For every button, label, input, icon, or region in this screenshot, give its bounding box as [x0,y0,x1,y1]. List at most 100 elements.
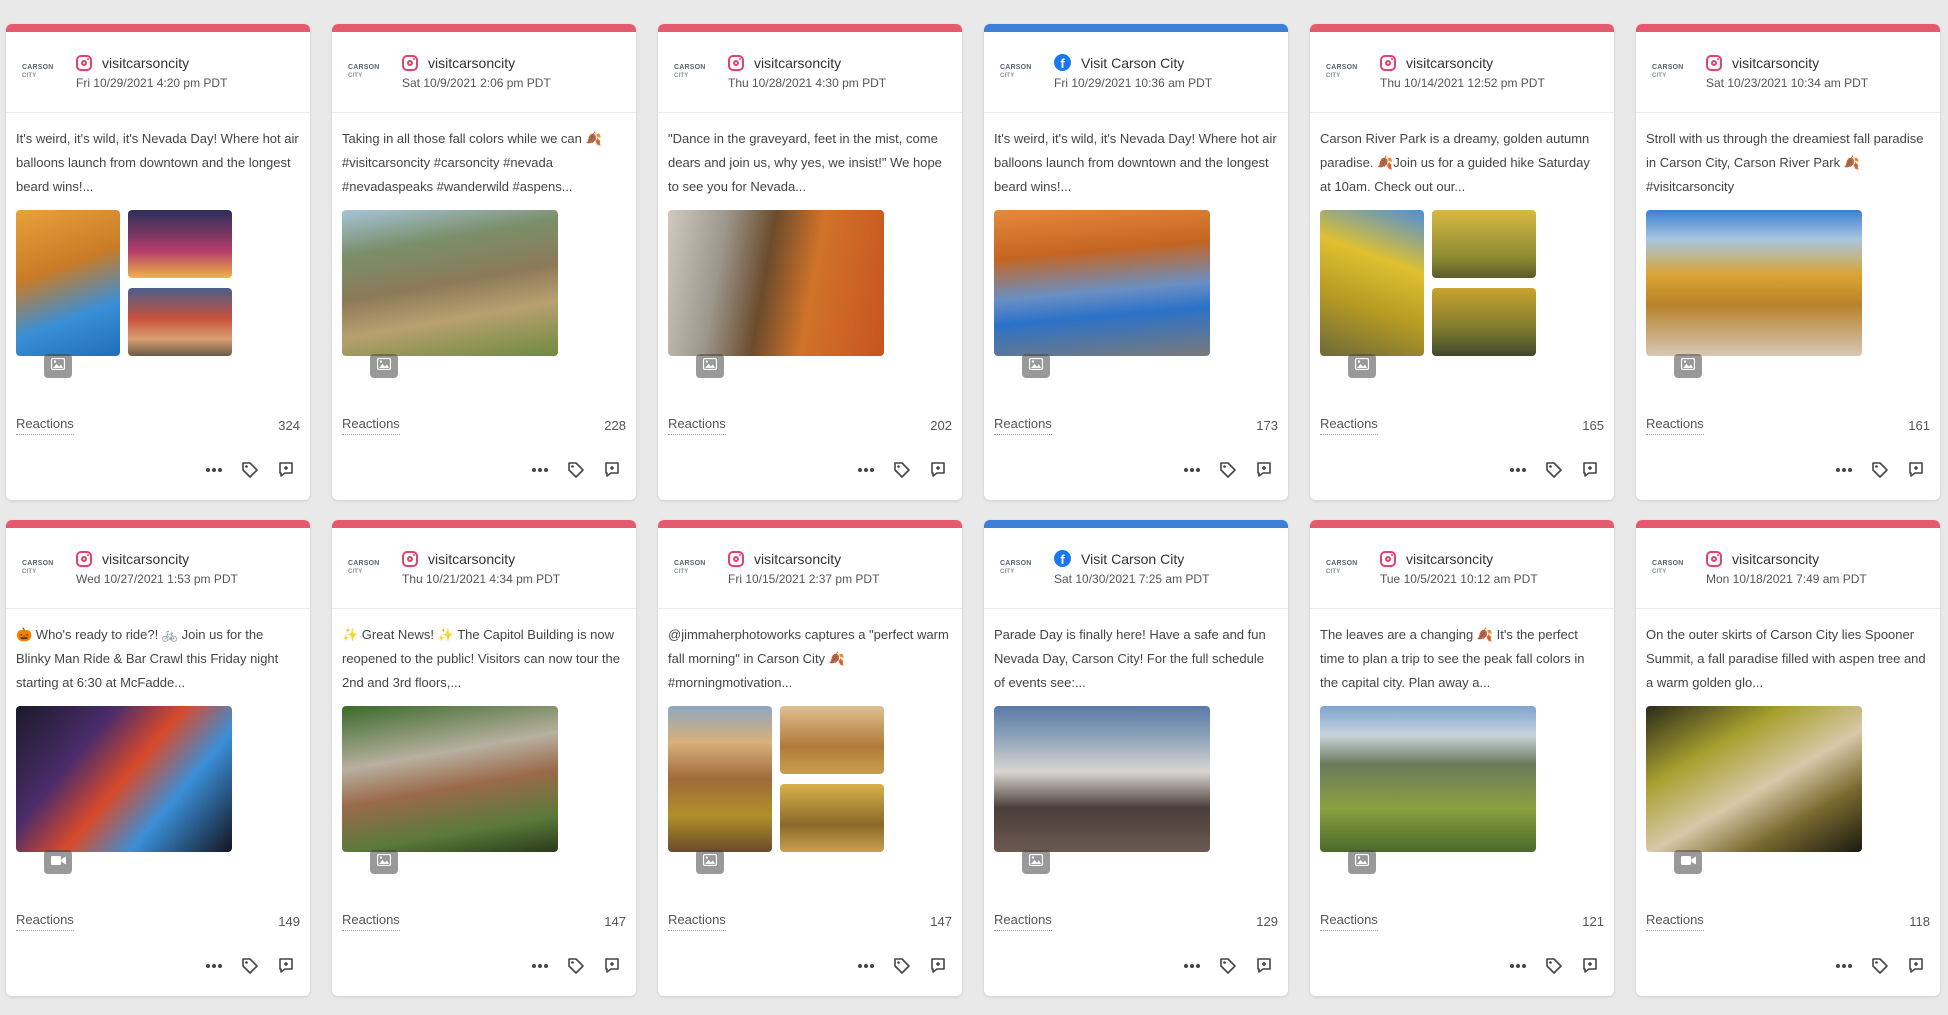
post-media-image[interactable] [128,210,232,278]
post-media-image[interactable] [16,706,232,852]
post-card[interactable]: CARSON CITY visitcarsoncity Thu 10/21/20… [332,520,636,996]
reactions-label[interactable]: Reactions [1320,416,1378,435]
post-media[interactable] [668,706,952,888]
account-name[interactable]: visitcarsoncity [1406,55,1493,71]
account-name[interactable]: visitcarsoncity [1732,55,1819,71]
post-media-image[interactable] [780,784,884,852]
post-media-image[interactable] [16,210,120,356]
reactions-label[interactable]: Reactions [342,416,400,435]
more-options-icon[interactable] [204,460,224,480]
post-media[interactable] [342,706,626,888]
reply-icon[interactable] [276,956,296,976]
post-media[interactable] [342,210,626,392]
tag-icon[interactable] [1218,956,1238,976]
post-media-image[interactable] [668,706,772,852]
post-media-image[interactable] [1320,210,1424,356]
reply-icon[interactable] [928,956,948,976]
post-media[interactable] [16,706,300,888]
post-media[interactable] [668,210,952,392]
post-media-image[interactable] [1320,706,1536,852]
reply-icon[interactable] [602,460,622,480]
post-media-image[interactable] [1646,210,1862,356]
reactions-label[interactable]: Reactions [16,912,74,931]
post-card[interactable]: CARSON CITY f Visit Carson City Sat 10/30… [984,520,1288,996]
more-options-icon[interactable] [1182,956,1202,976]
post-card[interactable]: CARSON CITY visitcarsoncity Fri 10/15/20… [658,520,962,996]
post-media[interactable] [16,210,300,392]
account-name[interactable]: visitcarsoncity [754,551,841,567]
more-options-icon[interactable] [1508,460,1528,480]
tag-icon[interactable] [240,956,260,976]
post-media-image[interactable] [994,210,1210,356]
post-media-image[interactable] [1646,706,1862,852]
more-options-icon[interactable] [856,460,876,480]
tag-icon[interactable] [1544,460,1564,480]
post-card[interactable]: CARSON CITY visitcarsoncity Sat 10/23/20… [1636,24,1940,500]
post-media-image[interactable] [994,706,1210,852]
account-name[interactable]: visitcarsoncity [1732,551,1819,567]
reply-icon[interactable] [1254,956,1274,976]
post-card[interactable]: CARSON CITY visitcarsoncity Sat 10/9/202… [332,24,636,500]
reactions-label[interactable]: Reactions [994,416,1052,435]
post-card[interactable]: CARSON CITY f Visit Carson City Fri 10/29… [984,24,1288,500]
reactions-label[interactable]: Reactions [668,416,726,435]
post-media[interactable] [1646,210,1930,392]
reactions-label[interactable]: Reactions [1646,416,1704,435]
post-media[interactable] [1646,706,1930,888]
reply-icon[interactable] [602,956,622,976]
reply-icon[interactable] [1254,460,1274,480]
tag-icon[interactable] [240,460,260,480]
tag-icon[interactable] [566,956,586,976]
post-media[interactable] [994,706,1278,888]
more-options-icon[interactable] [530,460,550,480]
reply-icon[interactable] [1906,956,1926,976]
post-card[interactable]: CARSON CITY visitcarsoncity Mon 10/18/20… [1636,520,1940,996]
post-media-image[interactable] [668,210,884,356]
post-media-image[interactable] [342,210,558,356]
post-media[interactable] [994,210,1278,392]
post-media[interactable] [1320,210,1604,392]
more-options-icon[interactable] [1182,460,1202,480]
account-name[interactable]: visitcarsoncity [102,551,189,567]
reply-icon[interactable] [1580,956,1600,976]
post-card[interactable]: CARSON CITY visitcarsoncity Tue 10/5/202… [1310,520,1614,996]
tag-icon[interactable] [1544,956,1564,976]
account-name[interactable]: visitcarsoncity [754,55,841,71]
reply-icon[interactable] [928,460,948,480]
more-options-icon[interactable] [856,956,876,976]
post-card[interactable]: CARSON CITY visitcarsoncity Wed 10/27/20… [6,520,310,996]
account-name[interactable]: visitcarsoncity [102,55,189,71]
tag-icon[interactable] [892,460,912,480]
account-name[interactable]: visitcarsoncity [1406,551,1493,567]
post-card[interactable]: CARSON CITY visitcarsoncity Fri 10/29/20… [6,24,310,500]
post-media-image[interactable] [780,706,884,774]
post-media-image[interactable] [342,706,558,852]
tag-icon[interactable] [1218,460,1238,480]
post-card[interactable]: CARSON CITY visitcarsoncity Thu 10/14/20… [1310,24,1614,500]
post-card[interactable]: CARSON CITY visitcarsoncity Thu 10/28/20… [658,24,962,500]
more-options-icon[interactable] [1834,956,1854,976]
reactions-label[interactable]: Reactions [668,912,726,931]
more-options-icon[interactable] [204,956,224,976]
tag-icon[interactable] [892,956,912,976]
reactions-label[interactable]: Reactions [342,912,400,931]
reactions-label[interactable]: Reactions [1646,912,1704,931]
more-options-icon[interactable] [1834,460,1854,480]
post-media[interactable] [1320,706,1604,888]
post-media-image[interactable] [128,288,232,356]
account-name[interactable]: Visit Carson City [1081,55,1184,71]
reactions-label[interactable]: Reactions [16,416,74,435]
reply-icon[interactable] [1580,460,1600,480]
tag-icon[interactable] [1870,956,1890,976]
post-media-image[interactable] [1432,210,1536,278]
post-media-image[interactable] [1432,288,1536,356]
account-name[interactable]: Visit Carson City [1081,551,1184,567]
account-name[interactable]: visitcarsoncity [428,551,515,567]
tag-icon[interactable] [566,460,586,480]
reactions-label[interactable]: Reactions [994,912,1052,931]
reply-icon[interactable] [1906,460,1926,480]
account-name[interactable]: visitcarsoncity [428,55,515,71]
reply-icon[interactable] [276,460,296,480]
reactions-label[interactable]: Reactions [1320,912,1378,931]
more-options-icon[interactable] [1508,956,1528,976]
